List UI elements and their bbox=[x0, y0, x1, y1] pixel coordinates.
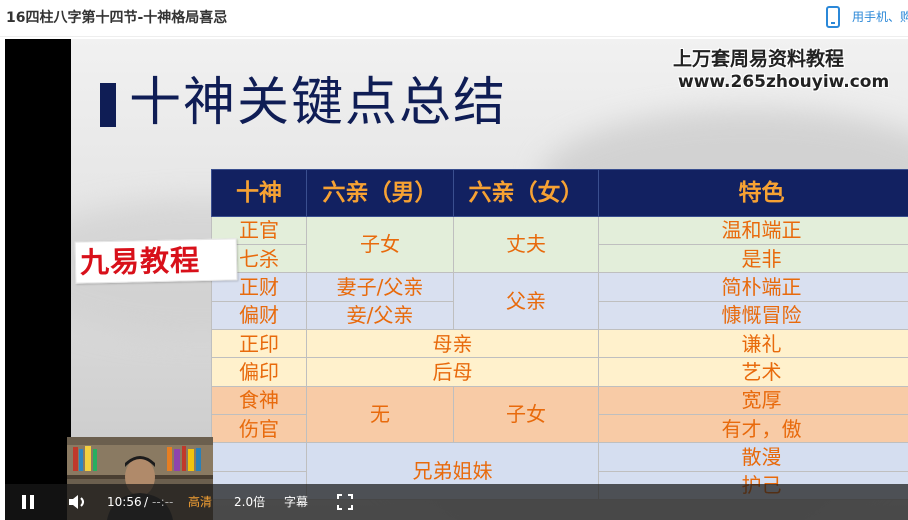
trait-cell: 简朴端正 bbox=[598, 272, 908, 302]
god-cell: 正印 bbox=[211, 328, 307, 359]
video-title: 16四柱八字第十四节-十神格局喜忌 bbox=[6, 10, 228, 26]
header-cell: 六亲（男） bbox=[306, 169, 454, 217]
trait-cell: 宽厚 bbox=[598, 385, 908, 415]
header-cell: 特色 bbox=[598, 169, 908, 217]
table-header-row: 十神 六亲（男） 六亲（女） 特色 bbox=[211, 169, 908, 217]
female-relation-cell: 丈夫 bbox=[453, 215, 599, 274]
male-relation-cell: 无 bbox=[306, 385, 454, 444]
volume-icon[interactable] bbox=[67, 493, 89, 511]
relation-cell: 母亲 bbox=[306, 328, 599, 359]
god-cell: 伤官 bbox=[211, 413, 307, 444]
watermark-url: www.265zhouyiw.com bbox=[678, 72, 890, 92]
time-separator: / bbox=[144, 495, 149, 509]
table-row: 兄弟姐妹 散漫 bbox=[211, 442, 908, 500]
video-player[interactable]: 十神关键点总结 上万套周易资料教程 www.265zhouyiw.com 十神 … bbox=[5, 39, 908, 520]
fullscreen-icon[interactable] bbox=[337, 494, 353, 510]
male-relation-cell: 妻子/父亲 bbox=[306, 272, 454, 302]
quality-button[interactable]: 高清 bbox=[188, 484, 212, 520]
male-relation-cell: 子女 bbox=[306, 215, 454, 274]
header-cell: 十神 bbox=[211, 169, 307, 217]
current-time: 10:56 bbox=[107, 495, 142, 509]
subtitle-button[interactable]: 字幕 bbox=[284, 484, 308, 520]
trait-cell: 散漫 bbox=[598, 442, 908, 472]
god-cell: 食神 bbox=[211, 385, 307, 415]
speed-button[interactable]: 2.0倍 bbox=[234, 484, 265, 520]
god-cell: 偏财 bbox=[211, 300, 307, 330]
jiuyi-logo: 九易教程 bbox=[74, 238, 238, 284]
trait-cell: 是非 bbox=[598, 243, 908, 274]
duration: --:-- bbox=[152, 495, 174, 509]
watermark-title: 上万套周易资料教程 bbox=[673, 48, 845, 70]
watch-on-phone-link[interactable]: 用手机、购 bbox=[852, 8, 908, 25]
god-cell: 偏印 bbox=[211, 357, 307, 387]
god-cell bbox=[211, 442, 307, 472]
header-cell: 六亲（女） bbox=[453, 169, 599, 217]
table-row: 食神 无 子女 宽厚 bbox=[211, 385, 908, 444]
slide-heading: 十神关键点总结 bbox=[129, 73, 508, 133]
trait-cell: 慷慨冒险 bbox=[598, 300, 908, 330]
table-row: 正财 妻子/父亲 父亲 简朴端正 bbox=[211, 272, 908, 330]
player-controls: 10:56 / --:-- 高清 2.0倍 字幕 bbox=[5, 484, 908, 520]
top-bar: 16四柱八字第十四节-十神格局喜忌 用手机、购 bbox=[0, 0, 908, 37]
table-row: 正印 母亲 谦礼 bbox=[211, 328, 908, 359]
table-row: 偏印 后母 艺术 bbox=[211, 357, 908, 387]
trait-cell: 谦礼 bbox=[598, 328, 908, 359]
female-relation-cell: 父亲 bbox=[453, 272, 599, 330]
trait-cell: 艺术 bbox=[598, 357, 908, 387]
table-row: 正官 子女 丈夫 温和端正 bbox=[211, 215, 908, 274]
logo-text: 九易教程 bbox=[79, 243, 201, 280]
trait-cell: 有才，傲 bbox=[598, 413, 908, 444]
male-relation-cell: 妾/父亲 bbox=[306, 300, 454, 330]
heading-bar bbox=[100, 83, 116, 127]
pause-icon[interactable] bbox=[21, 494, 35, 510]
trait-cell: 温和端正 bbox=[598, 215, 908, 245]
female-relation-cell: 子女 bbox=[453, 385, 599, 444]
relation-cell: 后母 bbox=[306, 357, 599, 387]
phone-icon[interactable] bbox=[824, 6, 842, 28]
ten-gods-table: 十神 六亲（男） 六亲（女） 特色 正官 子女 丈夫 温和端正 七杀 是非 正财… bbox=[211, 169, 908, 501]
